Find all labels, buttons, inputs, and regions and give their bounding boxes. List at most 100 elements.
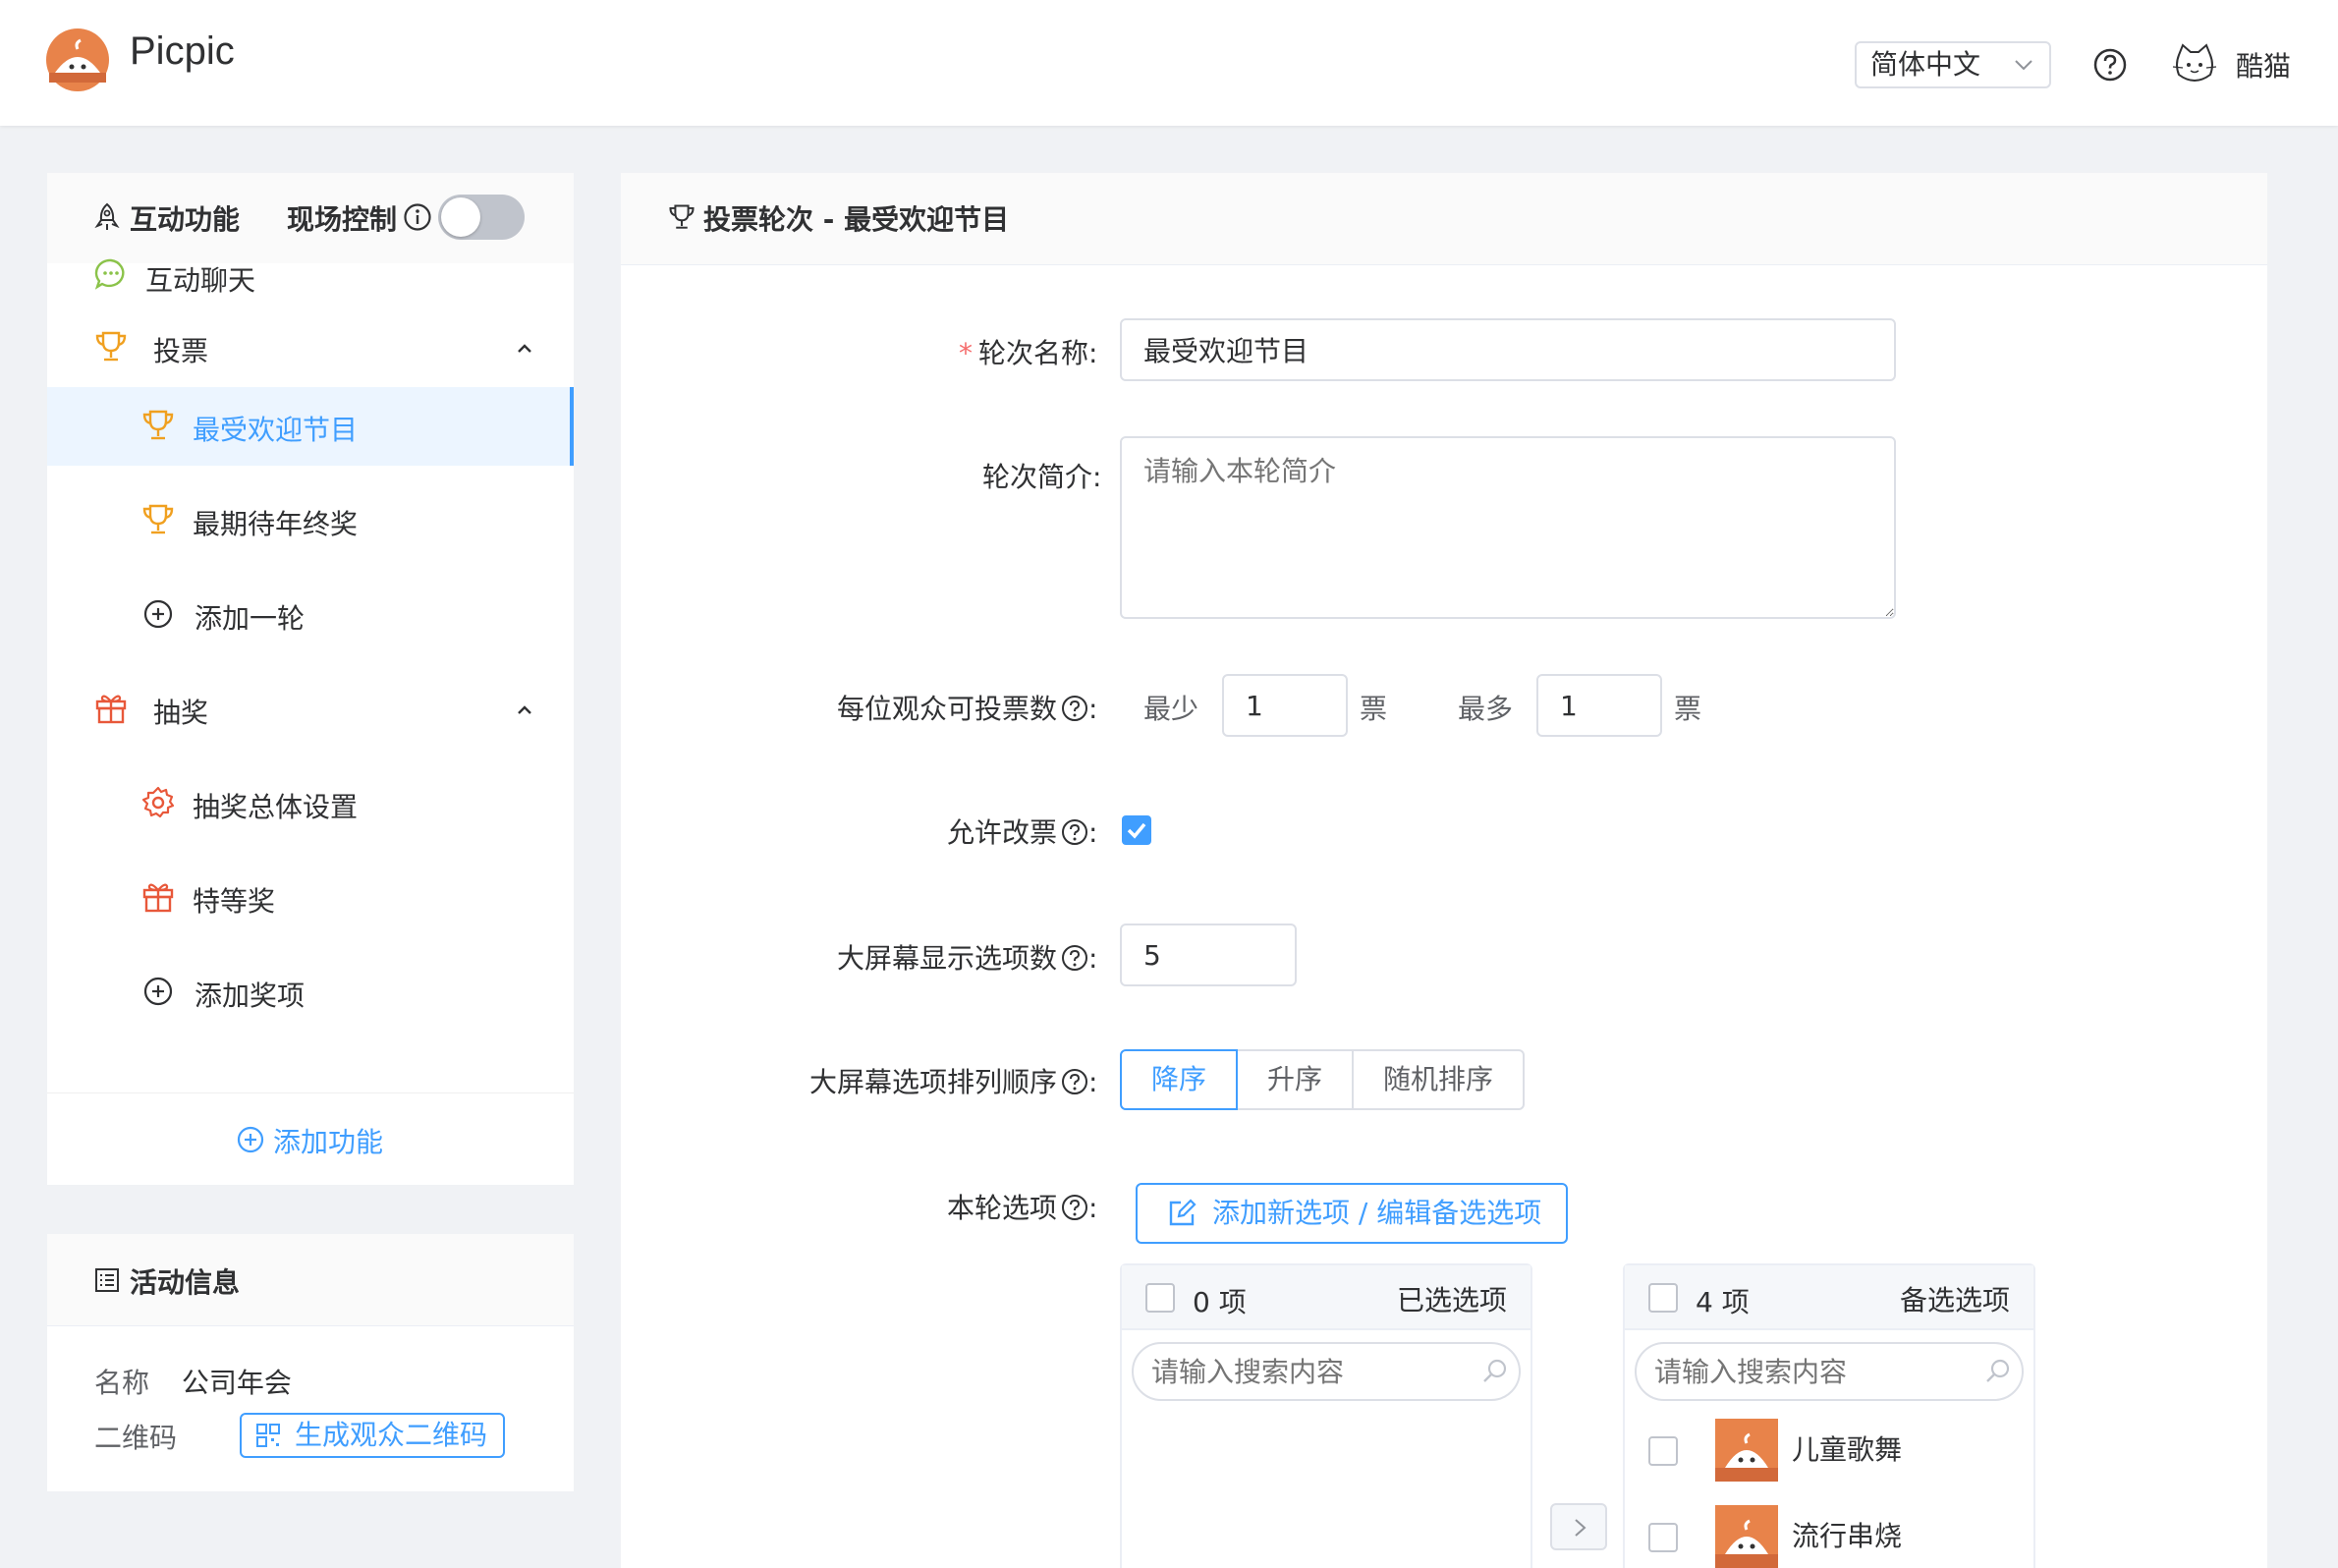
- qr-label: 二维码: [94, 1422, 178, 1454]
- selected-list-header: 0 项 已选选项: [1122, 1265, 1531, 1330]
- language-value: 简体中文: [1870, 48, 1981, 81]
- add-function-button[interactable]: 添加功能: [47, 1092, 574, 1185]
- chevron-down-icon: [2015, 60, 2032, 71]
- sidebar-item-label: 互动聊天: [145, 264, 256, 297]
- sidebar-item-label: 最受欢迎节目: [193, 414, 359, 446]
- sidebar-item-most-popular[interactable]: 最受欢迎节目: [47, 387, 574, 466]
- sidebar-item-vote[interactable]: 投票: [47, 308, 574, 387]
- brand-name: Picpic: [130, 29, 235, 73]
- list-item[interactable]: 流行串烧: [1644, 1505, 2018, 1568]
- question-circle-icon[interactable]: [1061, 1194, 1088, 1221]
- screen-count-input[interactable]: [1120, 924, 1297, 986]
- trophy-icon: [142, 504, 174, 534]
- votes-max-label: 最多: [1458, 693, 1514, 725]
- move-to-selected-button[interactable]: [1550, 1503, 1607, 1550]
- candidate-title: 备选选项: [1899, 1284, 2010, 1316]
- screen-order-label-text: 大屏幕选项排列顺序: [809, 1066, 1058, 1098]
- votes-unit-max: 票: [1674, 693, 1702, 725]
- option-name: 流行串烧: [1792, 1520, 1903, 1552]
- votes-min-label: 最少: [1143, 693, 1199, 725]
- round-name-label-text: 轮次名称:: [978, 337, 1098, 369]
- live-control-switch[interactable]: [438, 195, 525, 240]
- sidebar-item-label: 添加奖项: [195, 980, 306, 1012]
- chevron-up-icon: [518, 344, 531, 353]
- selected-title: 已选选项: [1396, 1284, 1507, 1316]
- order-random-button[interactable]: 随机排序: [1352, 1049, 1525, 1110]
- generate-qr-button[interactable]: 生成观众二维码: [240, 1413, 505, 1458]
- activity-name-row: 名称 公司年会: [94, 1362, 292, 1401]
- screen-count-label: 大屏幕显示选项数:: [837, 942, 1098, 975]
- picpic-logo-icon[interactable]: [45, 28, 110, 92]
- user-avatar-cat-icon[interactable]: [2171, 41, 2218, 88]
- gift-icon: [142, 883, 174, 913]
- list-item[interactable]: 儿童歌舞: [1644, 1419, 2018, 1484]
- sidebar-item-lottery-settings[interactable]: 抽奖总体设置: [47, 764, 574, 843]
- votes-max-input[interactable]: [1536, 674, 1662, 737]
- trophy-icon: [95, 331, 127, 362]
- item-checkbox[interactable]: [1648, 1436, 1678, 1466]
- allow-change-label-text: 允许改票: [947, 816, 1058, 849]
- chat-bubble-icon: [94, 258, 125, 290]
- plus-circle-icon: [143, 599, 173, 629]
- candidate-search-input[interactable]: [1635, 1342, 2024, 1401]
- main-header: 投票轮次 - 最受欢迎节目: [621, 173, 2267, 265]
- add-option-label: 添加新选项 / 编辑备选选项: [1212, 1197, 1542, 1229]
- round-name-input[interactable]: [1120, 318, 1896, 381]
- sidebar-item-label: 特等奖: [193, 885, 276, 918]
- votes-label: 每位观众可投票数:: [837, 693, 1098, 725]
- live-control-label: 现场控制: [287, 203, 398, 236]
- required-mark: *: [959, 337, 973, 369]
- generate-qr-label: 生成观众二维码: [295, 1419, 488, 1451]
- activity-name-label: 名称: [94, 1367, 150, 1399]
- round-name-label: * 轮次名称:: [959, 332, 1097, 371]
- options-label-text: 本轮选项: [947, 1192, 1058, 1224]
- select-all-checkbox[interactable]: [1648, 1283, 1678, 1313]
- select-all-checkbox[interactable]: [1145, 1283, 1175, 1313]
- plus-circle-icon: [143, 977, 173, 1006]
- order-descending-button[interactable]: 降序: [1120, 1049, 1238, 1110]
- sidebar-item-chat[interactable]: 互动聊天: [47, 255, 574, 308]
- sidebar-item-grand-prize[interactable]: 特等奖: [47, 859, 574, 937]
- username[interactable]: 酷猫: [2236, 45, 2291, 84]
- edit-icon: [1169, 1199, 1197, 1226]
- sidebar-item-label: 投票: [153, 335, 209, 367]
- selected-search-input[interactable]: [1132, 1342, 1521, 1401]
- votes-label-text: 每位观众可投票数: [837, 693, 1058, 725]
- add-option-button[interactable]: 添加新选项 / 编辑备选选项: [1136, 1183, 1568, 1244]
- question-circle-icon[interactable]: [1061, 1068, 1088, 1095]
- functions-panel: 互动功能 现场控制 互动聊天 投票 最受欢迎节目 最期待年终奖 添加一轮 抽奖 …: [47, 173, 574, 1185]
- candidate-list-header: 4 项 备选选项: [1625, 1265, 2033, 1330]
- candidate-options-list: 4 项 备选选项 儿童歌舞 流行串烧: [1623, 1263, 2035, 1568]
- question-circle-icon[interactable]: [1061, 944, 1088, 972]
- activity-name-value: 公司年会: [181, 1367, 292, 1399]
- add-function-label: 添加功能: [273, 1126, 384, 1158]
- order-ascending-button[interactable]: 升序: [1236, 1049, 1354, 1110]
- screen-count-label-text: 大屏幕显示选项数: [837, 942, 1058, 975]
- sidebar-item-label: 抽奖总体设置: [193, 791, 359, 823]
- functions-header: 互动功能 现场控制: [47, 173, 574, 263]
- page-title: 投票轮次 - 最受欢迎节目: [703, 203, 1010, 236]
- votes-min-input[interactable]: [1222, 674, 1348, 737]
- sidebar-item-lottery[interactable]: 抽奖: [47, 670, 574, 749]
- activity-info-panel: 活动信息 名称 公司年会 二维码 生成观众二维码: [47, 1234, 574, 1491]
- sidebar-item-add-prize[interactable]: 添加奖项: [47, 953, 574, 1032]
- language-select[interactable]: 简体中文: [1855, 41, 2051, 88]
- sidebar-item-most-expected[interactable]: 最期待年终奖: [47, 481, 574, 560]
- trophy-icon: [669, 204, 695, 229]
- info-icon[interactable]: [403, 202, 432, 232]
- intro-textarea[interactable]: [1120, 436, 1896, 619]
- option-thumbnail-icon: [1715, 1419, 1778, 1482]
- item-checkbox[interactable]: [1648, 1523, 1678, 1552]
- qr-code-icon: [256, 1424, 280, 1447]
- sidebar-item-add-round[interactable]: 添加一轮: [47, 576, 574, 654]
- search-icon: [1986, 1359, 2010, 1382]
- gear-icon: [141, 786, 175, 818]
- allow-change-checkbox[interactable]: [1122, 815, 1151, 845]
- question-circle-icon[interactable]: [1061, 695, 1088, 722]
- option-name: 儿童歌舞: [1792, 1433, 1903, 1466]
- help-icon[interactable]: [2092, 47, 2128, 83]
- question-circle-icon[interactable]: [1061, 818, 1088, 846]
- rocket-icon: [94, 202, 120, 230]
- top-header: Picpic 简体中文 酷猫: [0, 0, 2338, 126]
- selected-options-list: 0 项 已选选项: [1120, 1263, 1532, 1568]
